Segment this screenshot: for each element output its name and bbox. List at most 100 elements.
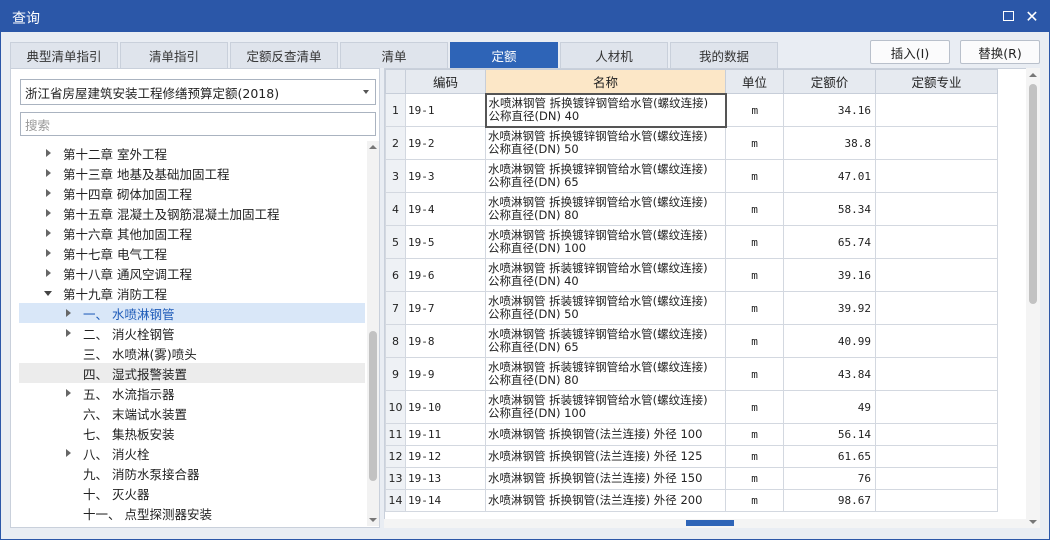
tree-item[interactable]: 十二、 线型探测器安装 [19, 523, 365, 526]
cell-price[interactable]: 38.8 [783, 126, 876, 160]
tree-item[interactable]: 第十七章 电气工程 [19, 243, 365, 263]
table-row[interactable]: 11 19-11 水喷淋钢管 拆换钢管(法兰连接) 外径 100 m 56.14 [385, 423, 998, 446]
cell-specialty[interactable] [875, 489, 998, 512]
tab-bill-guide[interactable]: 清单指引 [120, 42, 228, 68]
tree-item[interactable]: 八、 消火栓 [19, 443, 365, 463]
grid-hscrollbar[interactable] [384, 519, 1026, 528]
tab-bill[interactable]: 清单 [340, 42, 448, 68]
cell-unit[interactable]: m [725, 489, 784, 512]
chevron-right-icon[interactable] [63, 308, 73, 318]
cell-specialty[interactable] [875, 159, 998, 193]
cell-specialty[interactable] [875, 93, 998, 127]
cell-name[interactable]: 水喷淋钢管 拆换镀锌钢管给水管(螺纹连接) 公称直径(DN) 100 [485, 225, 726, 259]
chevron-right-icon[interactable] [63, 448, 73, 458]
cell-name[interactable]: 水喷淋钢管 拆换钢管(法兰连接) 外径 200 [485, 489, 726, 512]
chevron-right-icon[interactable] [43, 248, 53, 258]
maximize-icon[interactable] [998, 6, 1018, 26]
grid-hscroll-thumb[interactable] [686, 520, 734, 526]
cell-code[interactable]: 19-14 [405, 489, 486, 512]
chevron-right-icon[interactable] [63, 328, 73, 338]
grid-scroll-thumb[interactable] [1029, 84, 1037, 304]
cell-specialty[interactable] [875, 291, 998, 325]
cell-specialty[interactable] [875, 423, 998, 446]
cell-code[interactable]: 19-13 [405, 467, 486, 490]
table-row[interactable]: 2 19-2 水喷淋钢管 拆换镀锌钢管给水管(螺纹连接) 公称直径(DN) 50 m 38… [385, 126, 998, 160]
tree-scrollbar[interactable] [367, 141, 379, 526]
table-row[interactable]: 10 19-10 水喷淋钢管 拆装镀锌钢管给水管(螺纹连接) 公称直径(DN) 100… [385, 390, 998, 424]
cell-price[interactable]: 34.16 [783, 93, 876, 127]
scroll-down-icon[interactable] [369, 518, 377, 522]
tree-item[interactable]: 第十三章 地基及基础加固工程 [19, 163, 365, 183]
cell-code[interactable]: 19-7 [405, 291, 486, 325]
col-header-specialty[interactable]: 定额专业 [875, 69, 998, 94]
cell-specialty[interactable] [875, 258, 998, 292]
tree-item[interactable]: 第十九章 消防工程 [19, 283, 365, 303]
cell-price[interactable]: 39.16 [783, 258, 876, 292]
grid-scrollbar[interactable] [1026, 68, 1040, 528]
tab-labor-material-machine[interactable]: 人材机 [560, 42, 668, 68]
cell-price[interactable]: 49 [783, 390, 876, 424]
cell-price[interactable]: 43.84 [783, 357, 876, 391]
cell-specialty[interactable] [875, 324, 998, 358]
cell-specialty[interactable] [875, 445, 998, 468]
cell-price[interactable]: 56.14 [783, 423, 876, 446]
tree-item[interactable]: 三、 水喷淋(雾)喷头 [19, 343, 365, 363]
chevron-right-icon[interactable] [43, 228, 53, 238]
cell-code[interactable]: 19-12 [405, 445, 486, 468]
chevron-right-icon[interactable] [63, 388, 73, 398]
chevron-right-icon[interactable] [43, 188, 53, 198]
cell-price[interactable]: 39.92 [783, 291, 876, 325]
chevron-down-icon[interactable] [43, 288, 53, 298]
cell-name[interactable]: 水喷淋钢管 拆换钢管(法兰连接) 外径 125 [485, 445, 726, 468]
table-row[interactable]: 9 19-9 水喷淋钢管 拆装镀锌钢管给水管(螺纹连接) 公称直径(DN) 80 m 43… [385, 357, 998, 391]
tab-typical-bill-guide[interactable]: 典型清单指引 [10, 42, 118, 68]
tab-quota[interactable]: 定额 [450, 42, 558, 68]
scroll-up-icon[interactable] [1029, 73, 1037, 77]
cell-name[interactable]: 水喷淋钢管 拆换钢管(法兰连接) 外径 150 [485, 467, 726, 490]
table-row[interactable]: 13 19-13 水喷淋钢管 拆换钢管(法兰连接) 外径 150 m 76 [385, 467, 998, 490]
cell-unit[interactable]: m [725, 192, 784, 226]
cell-name[interactable]: 水喷淋钢管 拆换镀锌钢管给水管(螺纹连接) 公称直径(DN) 65 [485, 159, 726, 193]
cell-unit[interactable]: m [725, 159, 784, 193]
cell-specialty[interactable] [875, 357, 998, 391]
cell-specialty[interactable] [875, 467, 998, 490]
cell-price[interactable]: 65.74 [783, 225, 876, 259]
title-bar[interactable]: 查询 ✕ [0, 0, 1050, 32]
cell-code[interactable]: 19-10 [405, 390, 486, 424]
scroll-up-icon[interactable] [369, 145, 377, 149]
tree-item[interactable]: 九、 消防水泵接合器 [19, 463, 365, 483]
tree-item[interactable]: 二、 消火栓钢管 [19, 323, 365, 343]
close-icon[interactable]: ✕ [1022, 6, 1042, 26]
cell-name[interactable]: 水喷淋钢管 拆换钢管(法兰连接) 外径 100 [485, 423, 726, 446]
cell-code[interactable]: 19-9 [405, 357, 486, 391]
scroll-down-icon[interactable] [1029, 520, 1037, 524]
chevron-right-icon[interactable] [43, 148, 53, 158]
tree-item[interactable]: 十一、 点型探测器安装 [19, 503, 365, 523]
cell-unit[interactable]: m [725, 390, 784, 424]
cell-code[interactable]: 19-5 [405, 225, 486, 259]
cell-specialty[interactable] [875, 390, 998, 424]
cell-code[interactable]: 19-3 [405, 159, 486, 193]
chevron-right-icon[interactable] [43, 168, 53, 178]
cell-price[interactable]: 98.67 [783, 489, 876, 512]
cell-price[interactable]: 61.65 [783, 445, 876, 468]
col-header-unit[interactable]: 单位 [725, 69, 784, 94]
tree-item[interactable]: 七、 集热板安装 [19, 423, 365, 443]
col-header-name[interactable]: 名称 [485, 69, 726, 94]
tree-item[interactable]: 十、 灭火器 [19, 483, 365, 503]
tree-item[interactable]: 第十六章 其他加固工程 [19, 223, 365, 243]
tree-item[interactable]: 第十八章 通风空调工程 [19, 263, 365, 283]
tree-scroll-thumb[interactable] [369, 331, 377, 481]
cell-unit[interactable]: m [725, 324, 784, 358]
cell-price[interactable]: 76 [783, 467, 876, 490]
tab-quota-reverse-lookup[interactable]: 定额反查清单 [230, 42, 338, 68]
cell-price[interactable]: 58.34 [783, 192, 876, 226]
table-row[interactable]: 6 19-6 水喷淋钢管 拆装镀锌钢管给水管(螺纹连接) 公称直径(DN) 40 m 39… [385, 258, 998, 292]
replace-button[interactable]: 替换(R) [960, 40, 1040, 64]
cell-name[interactable]: 水喷淋钢管 拆装镀锌钢管给水管(螺纹连接) 公称直径(DN) 80 [485, 357, 726, 391]
cell-code[interactable]: 19-2 [405, 126, 486, 160]
cell-code[interactable]: 19-1 [405, 93, 486, 127]
cell-code[interactable]: 19-8 [405, 324, 486, 358]
cell-name[interactable]: 水喷淋钢管 拆换镀锌钢管给水管(螺纹连接) 公称直径(DN) 40 [484, 92, 727, 128]
tree-item[interactable]: 四、 湿式报警装置 [19, 363, 365, 383]
